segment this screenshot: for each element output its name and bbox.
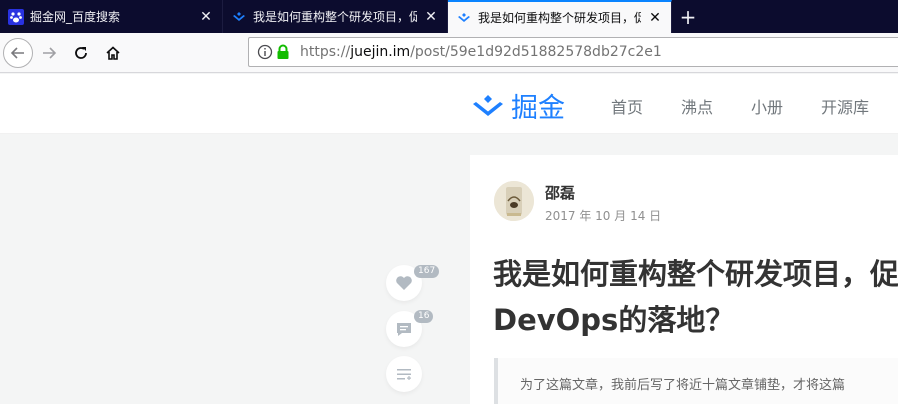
like-count-badge: 167 <box>414 265 440 278</box>
home-icon <box>106 45 120 60</box>
site-header: 掘金 首页 沸点 小册 开源库 <box>0 74 898 134</box>
article-title-line: 我是如何重构整个研发项目，促 <box>493 257 898 291</box>
url-text[interactable]: https://juejin.im/post/59e1d92d51882578d… <box>300 44 662 60</box>
article-title: 我是如何重构整个研发项目，促 DevOps的落地？ <box>493 251 898 343</box>
browser-tab-article[interactable]: 我是如何重构整个研发项目，促 ✕ <box>223 0 448 33</box>
back-button[interactable] <box>3 37 33 68</box>
article-card: 邵磊 2017 年 10 月 14 日 我是如何重构整个研发项目，促 DevOp… <box>470 155 898 404</box>
nav-books[interactable]: 小册 <box>751 94 783 118</box>
baidu-paw-icon <box>8 8 24 25</box>
avatar[interactable] <box>494 181 534 221</box>
juejin-icon <box>456 10 472 26</box>
comment-icon <box>397 323 411 336</box>
nav-home[interactable]: 首页 <box>611 94 643 118</box>
tab-title: 掘金网_百度搜索 <box>30 10 121 24</box>
juejin-logo[interactable]: 掘金 <box>471 86 565 125</box>
browser-tab-active[interactable]: 我是如何重构整个研发项目，促 ✕ <box>448 0 672 33</box>
tab-title: 我是如何重构整个研发项目，促 <box>478 11 641 25</box>
juejin-logo-icon <box>473 94 503 116</box>
arrow-right-icon <box>43 46 57 59</box>
url-scheme: https:// <box>300 44 351 60</box>
tab-title: 我是如何重构整个研发项目，促 <box>253 10 417 24</box>
reload-button[interactable] <box>65 37 97 69</box>
lock-icon[interactable] <box>274 37 292 67</box>
url-domain: juejin.im <box>350 44 411 60</box>
forward-button[interactable] <box>33 37 65 69</box>
juejin-icon <box>231 9 247 25</box>
nav-pins[interactable]: 沸点 <box>681 94 713 118</box>
collect-button[interactable] <box>386 356 422 392</box>
author-name[interactable]: 邵磊 <box>545 182 575 203</box>
browser-tab-baidu[interactable]: 掘金网_百度搜索 ✕ <box>0 0 223 33</box>
nav-repos[interactable]: 开源库 <box>821 94 869 118</box>
article-title-line: DevOps的落地？ <box>493 303 735 337</box>
close-tab-icon[interactable]: ✕ <box>647 10 663 26</box>
site-info-icon[interactable] <box>256 37 274 67</box>
collection-list-icon <box>397 369 411 380</box>
reload-icon <box>75 46 87 59</box>
url-path: /post/59e1d92d51882578db27c2e1 <box>410 44 662 60</box>
home-button[interactable] <box>97 37 129 69</box>
heart-icon <box>396 276 412 290</box>
publish-date: 2017 年 10 月 14 日 <box>545 209 662 223</box>
close-tab-icon[interactable]: ✕ <box>423 9 439 25</box>
address-bar[interactable]: https://juejin.im/post/59e1d92d51882578d… <box>248 37 898 67</box>
arrow-left-icon <box>10 46 24 59</box>
browser-tab-strip: 掘金网_百度搜索 ✕ 我是如何重构整个研发项目，促 ✕ 我是如何重构整个研发项目… <box>0 0 898 33</box>
comment-count-badge: 16 <box>414 310 434 323</box>
browser-nav-bar: https://juejin.im/post/59e1d92d51882578d… <box>0 33 898 73</box>
new-tab-button[interactable]: + <box>672 0 704 33</box>
close-tab-icon[interactable]: ✕ <box>198 9 214 25</box>
article-blockquote: 为了这篇文章，我前后写了将近十篇文章铺垫，才将这篇 <box>494 358 898 404</box>
logo-text: 掘金 <box>511 93 565 124</box>
